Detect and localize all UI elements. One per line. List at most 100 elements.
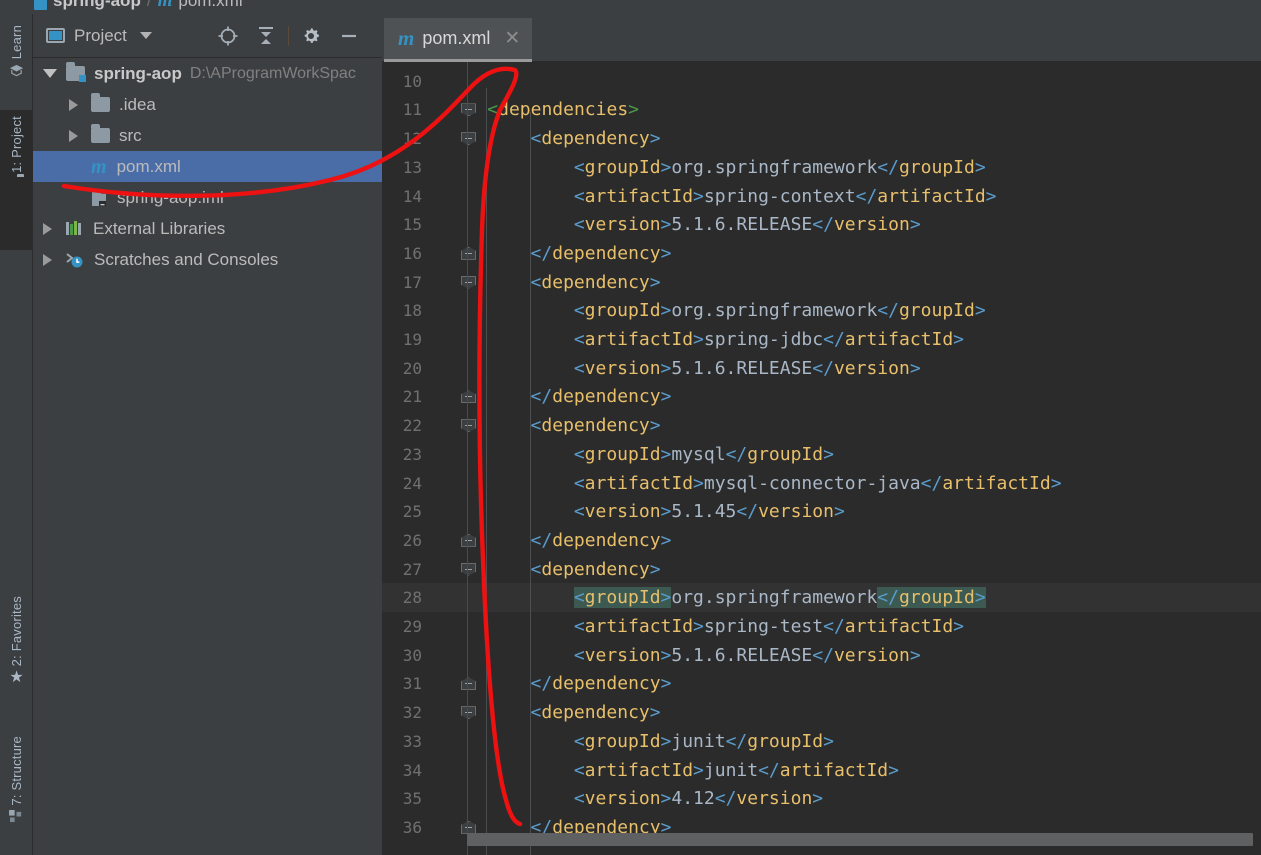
- code-line[interactable]: 28 <groupId>org.springframework</groupId>: [382, 583, 1261, 613]
- code-line[interactable]: 14 <artifactId>spring-context</artifactId…: [382, 182, 1261, 211]
- breadcrumb-file[interactable]: pom.xml: [178, 0, 242, 11]
- code-line[interactable]: 13 <groupId>org.springframework</groupId>: [382, 153, 1261, 182]
- sidebar-tab-learn[interactable]: Learn: [0, 20, 33, 106]
- line-number: 18: [402, 301, 422, 321]
- tree-node-pom-xml[interactable]: m pom.xml: [33, 151, 382, 182]
- code-token: groupId: [747, 443, 824, 465]
- code-line[interactable]: 18 <groupId>org.springframework</groupId>: [382, 296, 1261, 325]
- code-line[interactable]: 32 <dependency>: [382, 698, 1261, 727]
- code-token: >: [660, 214, 672, 236]
- code-token: <: [573, 587, 585, 609]
- breadcrumb-module[interactable]: spring-aop: [53, 0, 141, 11]
- gear-icon[interactable]: [292, 17, 330, 55]
- code-line[interactable]: 25 <version>5.1.45</version>: [382, 497, 1261, 526]
- code-line[interactable]: 34 <artifactId>junit</artifactId>: [382, 756, 1261, 785]
- chevron-collapsed-icon[interactable]: [43, 222, 52, 235]
- project-panel-header: Project: [33, 14, 382, 58]
- code-line[interactable]: 11 <dependencies>: [382, 95, 1261, 124]
- tree-node-scratches-and-consoles[interactable]: Scratches and Consoles: [33, 244, 382, 275]
- code-token: >: [649, 271, 661, 293]
- code-line[interactable]: 23 <groupId>mysql</groupId>: [382, 440, 1261, 469]
- code-line[interactable]: 24 <artifactId>mysql-connector-java</arti…: [382, 469, 1261, 498]
- tree-node-spring-aop-iml[interactable]: spring-aop.iml: [33, 182, 382, 213]
- collapse-all-icon[interactable]: [247, 17, 285, 55]
- chevron-expanded-icon[interactable]: [43, 69, 57, 78]
- chevron-down-icon[interactable]: [139, 32, 152, 39]
- code-token: >: [660, 529, 672, 551]
- code-line[interactable]: 29 <artifactId>spring-test</artifactId>: [382, 612, 1261, 641]
- close-icon[interactable]: ✕: [504, 27, 520, 50]
- code-token: artifactId: [942, 472, 1051, 494]
- code-token: >: [974, 587, 986, 609]
- code-token: >: [660, 386, 672, 408]
- code-line[interactable]: 12 <dependency>: [382, 124, 1261, 153]
- line-number: 36: [402, 817, 422, 837]
- code-line[interactable]: 26 </dependency>: [382, 526, 1261, 555]
- code-token: dependencies: [498, 99, 629, 121]
- line-number: 24: [402, 473, 422, 493]
- tree-node-external-libraries[interactable]: External Libraries: [33, 213, 382, 244]
- chevron-collapsed-icon[interactable]: [69, 98, 78, 111]
- tree-node-path: D:\AProgramWorkSpac: [189, 64, 356, 82]
- horizontal-scrollbar[interactable]: [467, 833, 1253, 846]
- code-line[interactable]: 17 <dependency>: [382, 268, 1261, 297]
- editor-tab-pom-xml[interactable]: m pom.xml ✕: [384, 18, 533, 62]
- code-token: org.springframework: [671, 587, 878, 609]
- sidebar-tab-project[interactable]: 1: Project: [0, 110, 33, 250]
- module-icon: [34, 0, 47, 10]
- crosshair-target-icon[interactable]: [209, 17, 247, 55]
- code-line[interactable]: 27 <dependency>: [382, 555, 1261, 584]
- code-token: artifactId: [584, 472, 694, 494]
- code-token: spring-context: [703, 185, 856, 207]
- code-line-text: </dependency>: [444, 526, 672, 555]
- code-token: </: [855, 185, 878, 207]
- code-line[interactable]: 22 <dependency>: [382, 411, 1261, 440]
- editor-tab-bar: m pom.xml ✕: [382, 14, 1261, 62]
- code-line[interactable]: 35 <version>4.12</version>: [382, 784, 1261, 813]
- code-line[interactable]: 16 </dependency>: [382, 239, 1261, 268]
- sidebar-tab-favorites[interactable]: 2: Favorites ★: [0, 592, 33, 720]
- code-line[interactable]: 15 <version>5.1.6.RELEASE</version>: [382, 210, 1261, 239]
- sidebar-tab-structure[interactable]: 7: Structure: [0, 732, 33, 855]
- project-tool-window: Project spring-aop D:\AProgramWorkSpac .…: [33, 14, 382, 855]
- chevron-collapsed-icon[interactable]: [43, 253, 52, 266]
- code-token: artifactId: [877, 185, 986, 207]
- code-line[interactable]: 19 <artifactId>spring-jdbc</artifactId>: [382, 325, 1261, 354]
- code-line[interactable]: 10: [382, 67, 1261, 96]
- code-line[interactable]: 21 </dependency>: [382, 382, 1261, 411]
- tree-node-spring-aop[interactable]: spring-aop D:\AProgramWorkSpac: [33, 58, 382, 89]
- chevron-collapsed-icon[interactable]: [69, 129, 78, 142]
- code-line[interactable]: 33 <groupId>junit</groupId>: [382, 727, 1261, 756]
- code-line-text: <groupId>org.springframework</groupId>: [444, 296, 986, 325]
- code-token: groupId: [584, 156, 661, 178]
- code-token: <: [530, 271, 542, 293]
- code-line[interactable]: 31 </dependency>: [382, 669, 1261, 698]
- line-number: 29: [402, 617, 422, 636]
- tree-node-src[interactable]: src: [33, 120, 382, 151]
- line-number: 17: [402, 272, 422, 292]
- code-editor[interactable]: 9<version>1.0-SNAPSHOT</version>1011<dep…: [382, 62, 1261, 855]
- code-token: 5.1.45: [671, 501, 737, 523]
- project-panel-selector[interactable]: Project: [33, 26, 152, 46]
- line-number: 34: [402, 760, 422, 780]
- code-token: dependency: [552, 673, 661, 695]
- line-number: 14: [402, 186, 422, 206]
- code-token: >: [693, 329, 704, 350]
- code-token: version: [584, 214, 661, 236]
- code-token: </: [715, 62, 737, 63]
- line-number: 15: [402, 215, 422, 235]
- code-line[interactable]: 30 <version>5.1.6.RELEASE</version>: [382, 641, 1261, 670]
- code-token: >: [574, 62, 585, 63]
- minimize-icon[interactable]: [330, 17, 368, 55]
- sidebar-tab-favorites-label: 2: Favorites: [9, 596, 24, 667]
- line-number: 19: [402, 330, 422, 349]
- code-token: <: [573, 501, 585, 523]
- tool-window-strip: Learn 1: Project 2: Favorites ★ 7: Struc…: [0, 14, 33, 855]
- line-number: 11: [402, 100, 422, 120]
- code-token: 5.1.6.RELEASE: [671, 214, 813, 236]
- tree-node-idea[interactable]: .idea: [33, 89, 382, 120]
- code-line-text: <groupId>org.springframework</groupId>: [444, 583, 986, 612]
- line-number: 27: [402, 559, 422, 579]
- code-line[interactable]: 20 <version>5.1.6.RELEASE</version>: [382, 354, 1261, 383]
- code-token: <: [573, 300, 585, 322]
